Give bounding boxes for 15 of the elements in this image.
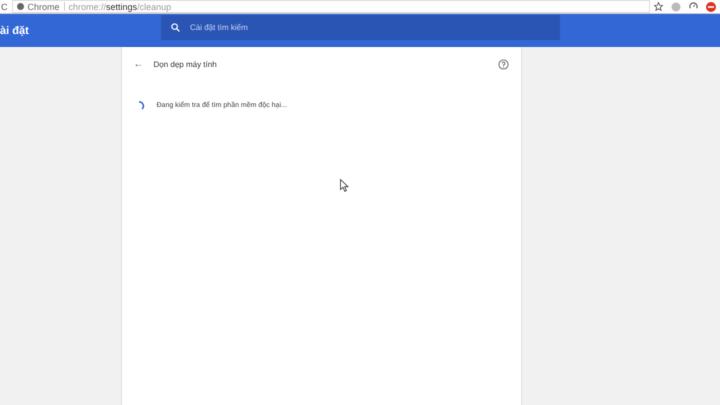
back-button[interactable]: ← [134,58,144,70]
stop-sign-icon[interactable] [706,2,716,12]
reload-button[interactable]: C [1,2,8,12]
star-icon[interactable] [654,2,663,11]
cursor-icon [340,179,349,192]
search-icon [171,23,180,32]
help-icon[interactable] [498,58,508,70]
address-bar[interactable]: Chrome chrome://settings/cleanup [12,0,650,13]
settings-title: ài đặt [0,24,30,36]
spinner-icon [136,101,144,110]
site-label: Chrome [28,2,60,12]
page-title: Dọn dẹp máy tính [154,60,218,68]
gauge-icon[interactable] [689,2,698,11]
url-text: chrome://settings/cleanup [68,2,172,12]
search-field[interactable]: Cài đặt tìm kiếm [161,15,560,40]
